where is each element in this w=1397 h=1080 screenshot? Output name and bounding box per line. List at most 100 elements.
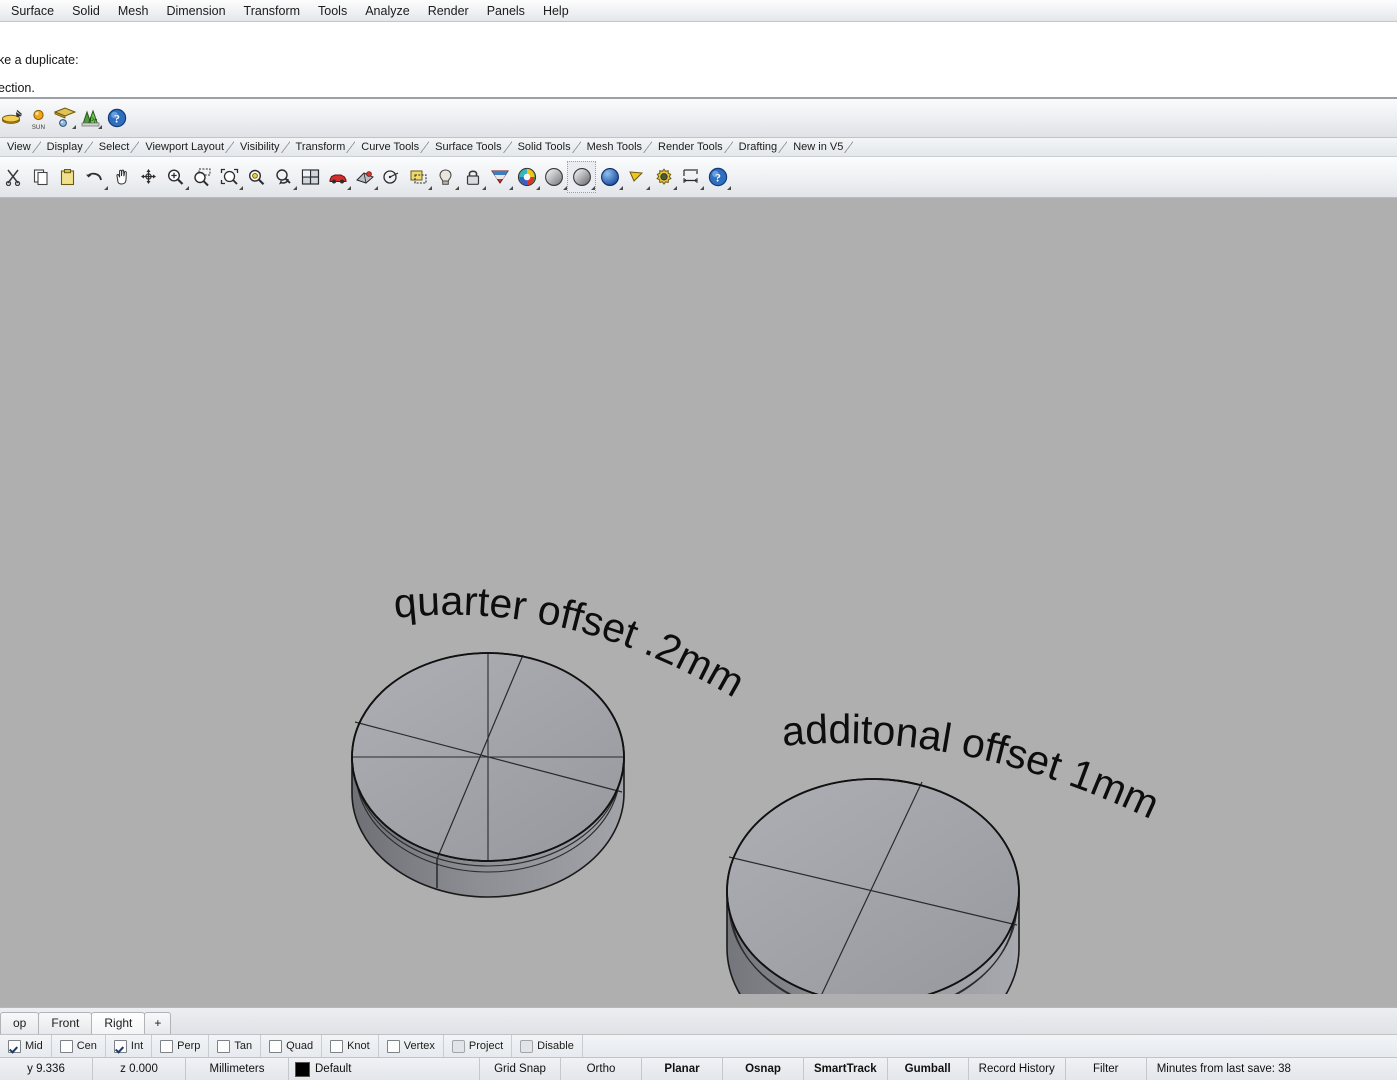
named-view-icon[interactable] [405,162,432,192]
toolbar-tab-transform[interactable]: Transform [289,140,355,154]
status-bar: y 9.336 z 0.000 Millimeters Default Grid… [0,1057,1397,1080]
toolbar-tab-view[interactable]: View [0,140,41,154]
sun-icon[interactable]: SUN [27,105,50,131]
osnap-int[interactable]: Int [106,1035,153,1057]
toolbar-tab-solid-tools[interactable]: Solid Tools [511,140,581,154]
spotlight-icon[interactable] [623,162,650,192]
osnap-knot[interactable]: Knot [322,1035,379,1057]
menu-item-render[interactable]: Render [419,2,478,20]
shaded-sphere-icon[interactable] [540,162,567,192]
viewport-tab-bar: op Front Right + [0,1007,1397,1034]
light-bulb-icon[interactable] [432,162,459,192]
blue-sphere-icon[interactable] [596,162,623,192]
zoom-in-icon[interactable] [162,162,189,192]
zoom-dynamic-icon[interactable] [135,162,162,192]
rotate-view-icon[interactable] [270,162,297,192]
flyout-arrow-icon [591,186,595,190]
status-toggle-grid-snap[interactable]: Grid Snap [480,1058,561,1080]
toolbar-tab-viewport-layout[interactable]: Viewport Layout [138,140,234,154]
rhino-application-window: Surface Solid Mesh Dimension Transform Tools A… [0,0,1397,1080]
paste-icon[interactable] [54,162,81,192]
menu-item-tools[interactable]: Tools [309,2,356,20]
toolbar-tab-drafting[interactable]: Drafting [732,140,787,154]
toolbar-tab-mesh-tools[interactable]: Mesh Tools [580,140,653,154]
menu-item-surface[interactable]: Surface [2,2,63,20]
zoom-extents-icon[interactable] [216,162,243,192]
status-toggle-filter[interactable]: Filter [1066,1058,1147,1080]
osnap-checkbox-perp[interactable] [160,1039,174,1053]
zoom-window-icon[interactable] [189,162,216,192]
osnap-checkbox-vertex[interactable] [386,1039,400,1053]
osnap-cen[interactable]: Cen [52,1035,106,1057]
four-view-icon[interactable] [297,162,324,192]
menu-item-analyze[interactable]: Analyze [356,2,418,20]
cut-icon[interactable] [0,162,27,192]
add-viewport-button[interactable]: + [144,1012,172,1034]
menu-item-transform[interactable]: Transform [235,2,310,20]
osnap-vertex[interactable]: Vertex [379,1035,444,1057]
osnap-label-knot: Knot [347,1040,370,1052]
help-icon[interactable]: ? [105,105,128,131]
osnap-checkbox-mid[interactable] [8,1039,21,1053]
osnap-label-cen: Cen [76,1040,97,1052]
pan-icon[interactable] [108,162,135,192]
current-layer[interactable]: Default [289,1058,480,1080]
osnap-tan[interactable]: Tan [209,1035,262,1057]
menu-item-help[interactable]: Help [534,2,578,20]
settings-gear-icon[interactable] [650,162,677,192]
toolbar-tab-curve-tools[interactable]: Curve Tools [354,140,430,154]
status-toggle-smarttrack[interactable]: SmartTrack [804,1058,888,1080]
menu-item-solid[interactable]: Solid [63,2,109,20]
render-icon[interactable] [1,105,24,131]
osnap-checkbox-disable[interactable] [520,1039,534,1053]
rendered-sphere-icon[interactable] [567,161,596,193]
viewport-tab-front[interactable]: Front [38,1012,93,1034]
help-question-icon[interactable]: ? [704,162,731,192]
osnap-checkbox-quad[interactable] [269,1039,283,1053]
status-toggle-record-history[interactable]: Record History [969,1058,1066,1080]
osnap-checkbox-project[interactable] [451,1039,465,1053]
osnap-disable[interactable]: Disable [512,1035,583,1057]
viewport-tab-op[interactable]: op [0,1012,40,1034]
osnap-checkbox-int[interactable] [113,1039,127,1053]
shade-icon[interactable] [351,162,378,192]
circle-center-icon[interactable] [378,162,405,192]
undo-icon[interactable] [81,162,108,192]
render-preview-icon[interactable]: Pr [79,105,102,131]
toolbar-tab-surface-tools[interactable]: Surface Tools [428,140,513,154]
zoom-selected-icon[interactable] [243,162,270,192]
status-toggle-ortho[interactable]: Ortho [561,1058,642,1080]
osnap-checkbox-cen[interactable] [59,1039,73,1053]
toolbar-tab-render-tools[interactable]: Render Tools [651,140,733,154]
viewport-tab-right[interactable]: Right [91,1012,146,1034]
ground-plane-icon[interactable] [53,105,76,131]
toolbar-tab-visibility[interactable]: Visibility [233,140,290,154]
osnap-project[interactable]: Project [444,1035,513,1057]
copy-icon[interactable] [27,162,54,192]
status-toggle-osnap[interactable]: Osnap [723,1058,804,1080]
osnap-quad[interactable]: Quad [261,1035,323,1057]
units-indicator[interactable]: Millimeters [186,1058,289,1080]
perspective-viewport[interactable]: quarter offset .2mm additonal offset 1mm [0,198,1397,1007]
right-disc-object [726,778,1020,994]
toolbar-tab-new-in-v5[interactable]: New in V5 [786,140,854,154]
toolbar-tab-display[interactable]: Display [40,140,93,154]
material-icon[interactable] [486,162,513,192]
flyout-arrow-icon [98,125,102,129]
osnap-mid[interactable]: Mid [0,1035,52,1057]
osnap-checkbox-knot[interactable] [330,1039,344,1053]
lock-icon[interactable] [459,162,486,192]
status-toggle-gumball[interactable]: Gumball [888,1058,969,1080]
menu-item-panels[interactable]: Panels [478,2,534,20]
toolbar-tab-select[interactable]: Select [92,140,139,154]
dimension-icon[interactable] [677,162,704,192]
object-snap-bar: Mid Cen Int Perp Tan Quad Knot Vertex Project Dis… [0,1034,1397,1057]
menu-item-mesh[interactable]: Mesh [109,2,158,20]
menu-item-dimension[interactable]: Dimension [157,2,234,20]
osnap-checkbox-tan[interactable] [217,1039,231,1053]
command-history-area[interactable]: ke a duplicate: ection. [0,22,1397,99]
perspective-car-icon[interactable] [324,162,351,192]
status-toggle-planar[interactable]: Planar [642,1058,723,1080]
osnap-perp[interactable]: Perp [152,1035,210,1057]
color-wheel-icon[interactable] [513,162,540,192]
